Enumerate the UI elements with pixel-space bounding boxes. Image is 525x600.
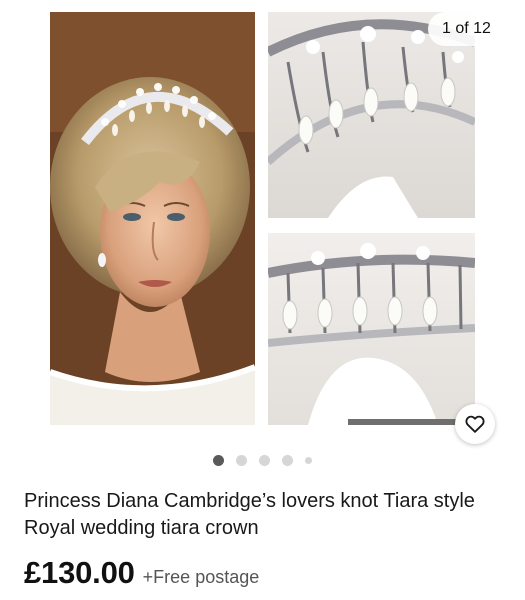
carousel-dot-more[interactable] [305, 456, 312, 464]
shipping-info: +Free postage [142, 567, 260, 587]
price-row: £130.00 +Free postage [24, 555, 259, 591]
watch-button[interactable] [455, 404, 495, 444]
carousel-dots [0, 452, 525, 468]
carousel-dot[interactable] [282, 454, 293, 466]
price: £130.00 [24, 555, 135, 590]
carousel-dot[interactable] [236, 454, 247, 466]
portrait-photo[interactable] [50, 12, 255, 425]
listing-title: Princess Diana Cambridge’s lovers knot T… [24, 490, 475, 539]
heart-icon [465, 415, 485, 433]
tiara-closeup-photo-2[interactable] [268, 233, 475, 425]
image-counter: 1 of 12 [428, 12, 505, 46]
carousel-dot[interactable] [259, 454, 270, 466]
image-gallery[interactable]: 1 of 12 [0, 0, 525, 444]
carousel-dot-active[interactable] [213, 454, 224, 466]
listing-page: 1 of 12 Princess Diana Cambridge’s lover… [0, 0, 525, 600]
